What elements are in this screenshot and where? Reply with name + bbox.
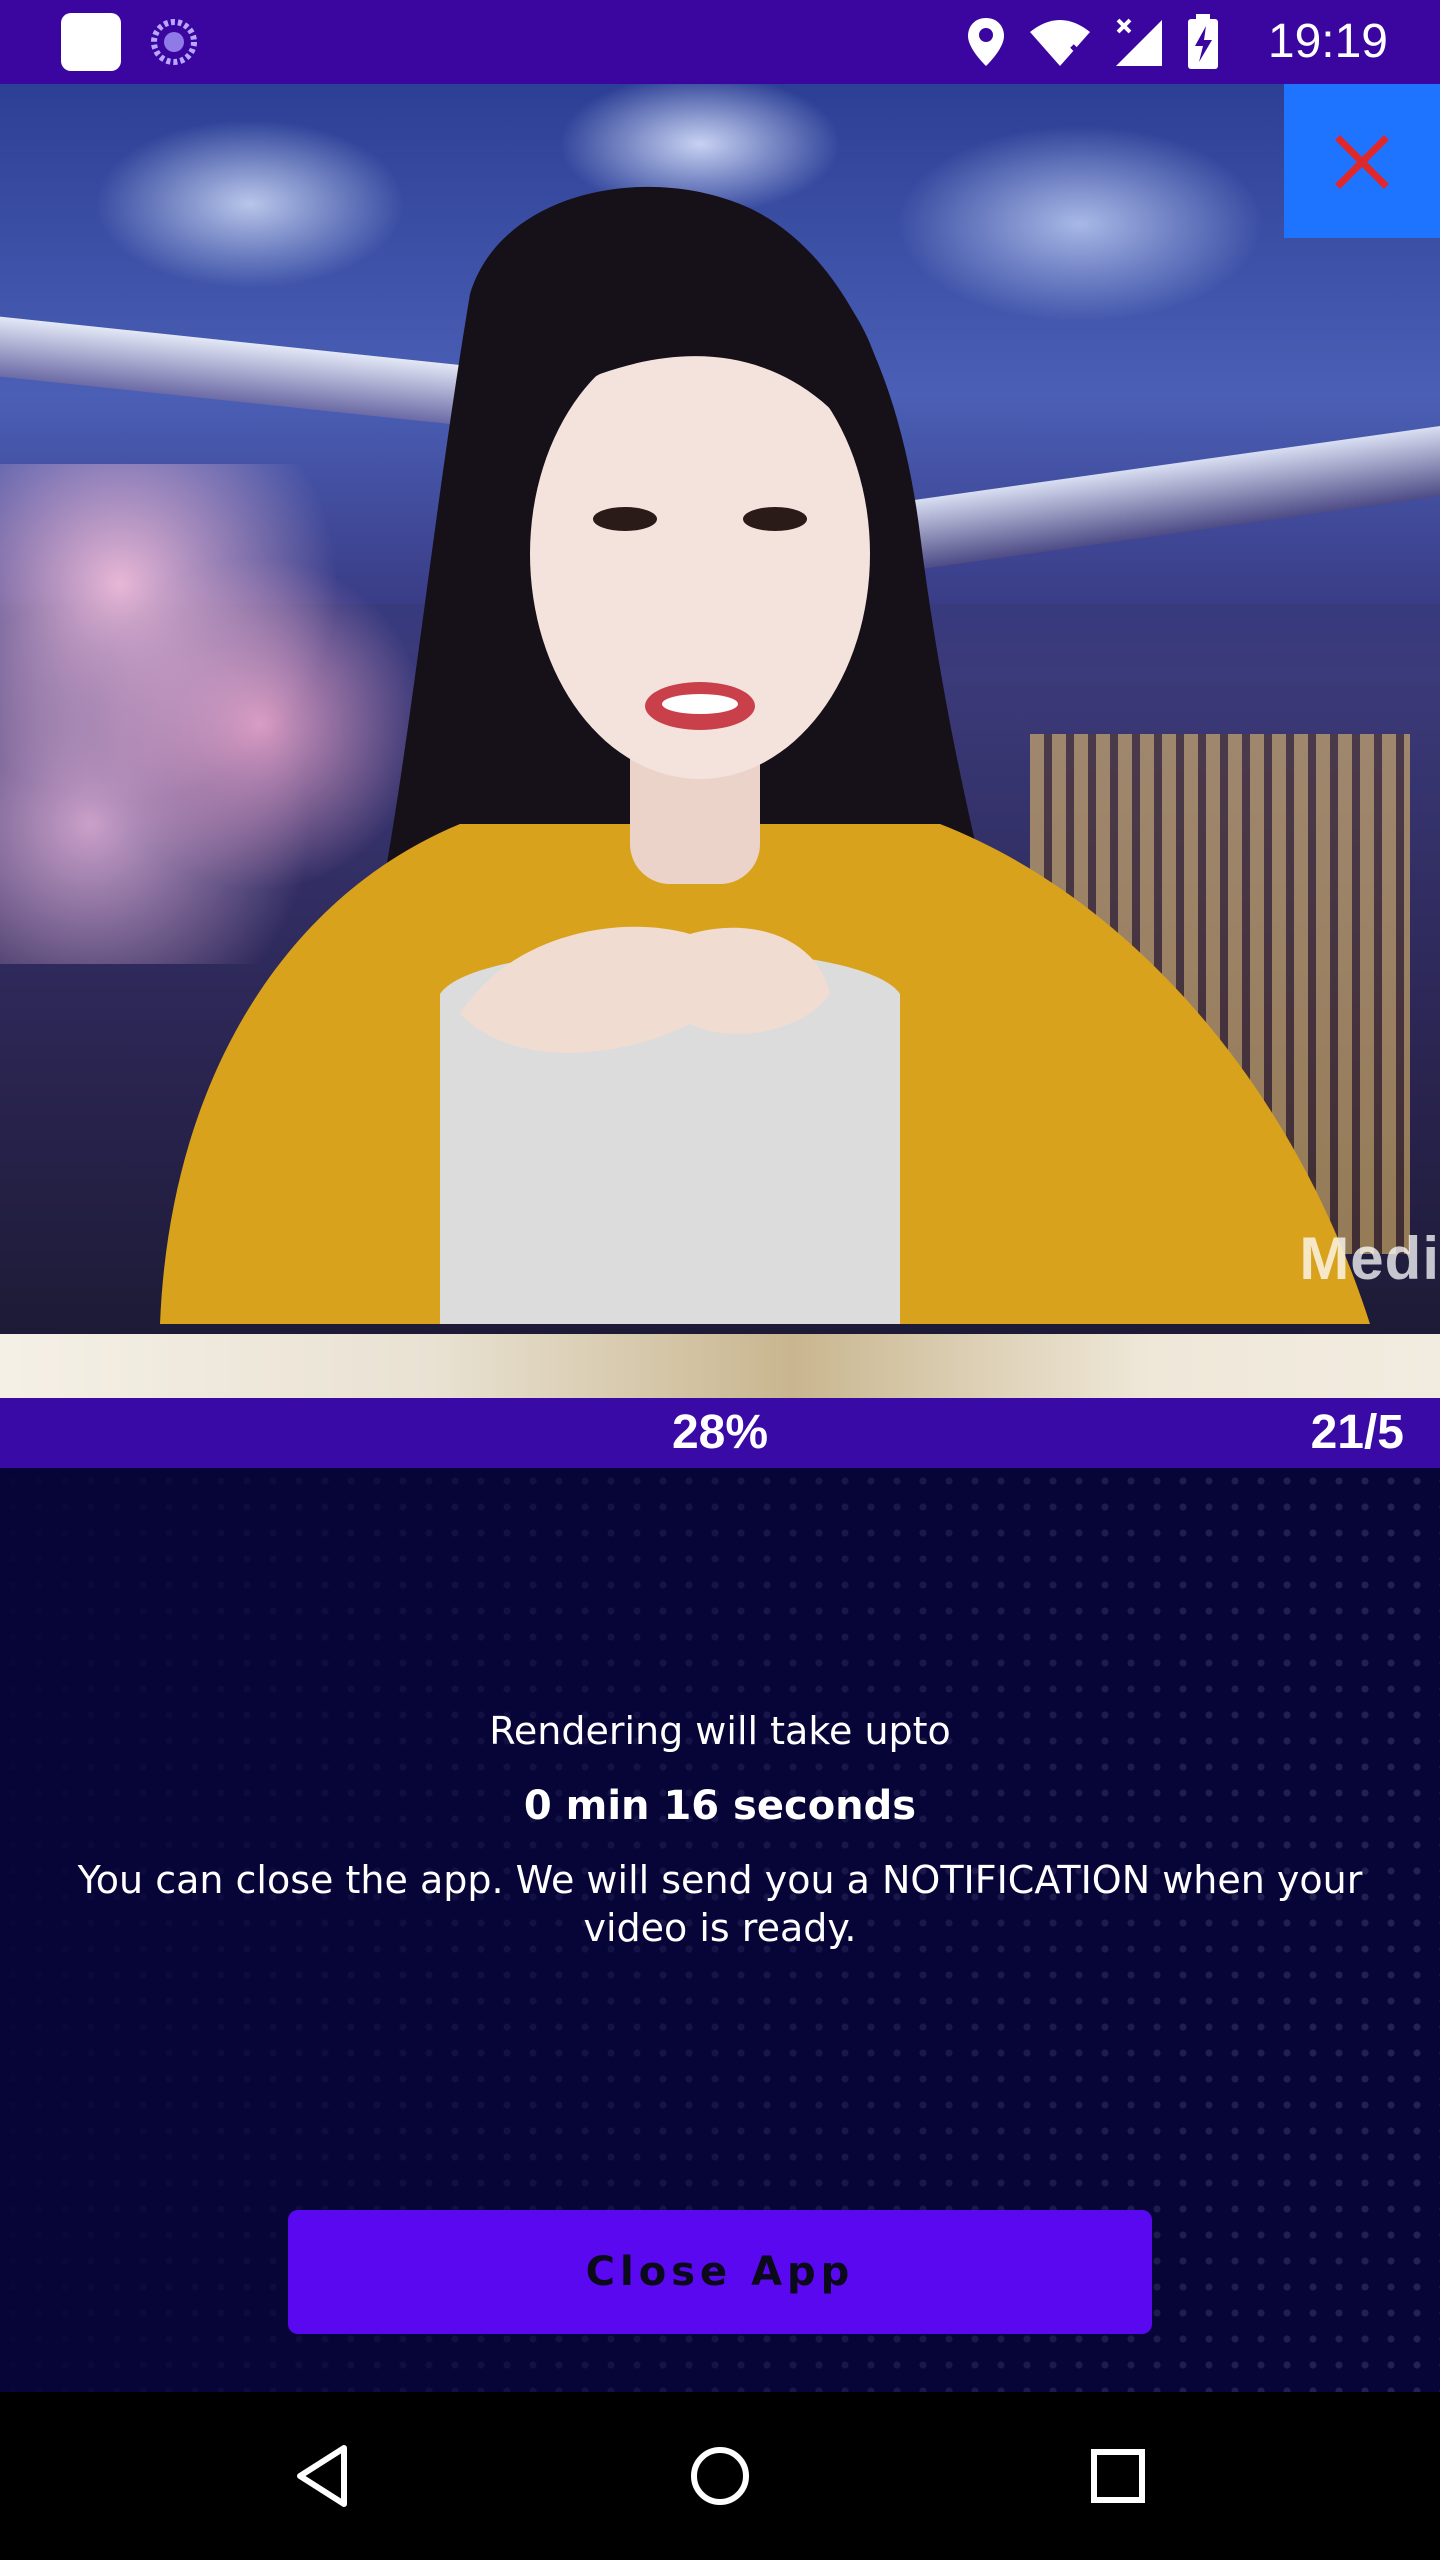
video-presenter-image xyxy=(160,186,1370,1324)
app-notification-icon xyxy=(61,13,121,71)
progress-count: 21/5 xyxy=(1310,1406,1404,1459)
status-time: 19:19 xyxy=(1267,15,1388,68)
close-preview-button[interactable] xyxy=(1284,84,1440,238)
home-icon[interactable] xyxy=(680,2436,760,2516)
signal-icon xyxy=(1116,18,1162,66)
render-info-panel: Rendering will take upto 0 min 16 second… xyxy=(0,1468,1440,2392)
progress-percent: 28% xyxy=(671,1406,769,1459)
render-time-intro: Rendering will take upto xyxy=(489,1709,951,1753)
system-nav-bar xyxy=(0,2392,1440,2560)
back-icon[interactable] xyxy=(282,2436,362,2516)
battery-charging-icon xyxy=(1188,14,1218,69)
video-foreground-table xyxy=(0,1334,1440,1398)
sync-icon xyxy=(151,19,197,65)
video-preview[interactable]: Medi xyxy=(0,84,1440,1398)
close-app-button[interactable]: Close App xyxy=(288,2210,1152,2334)
status-icons xyxy=(966,12,1220,72)
recents-icon[interactable] xyxy=(1078,2436,1158,2516)
location-icon xyxy=(968,18,1004,66)
wifi-icon xyxy=(1030,20,1090,66)
video-watermark: Medi xyxy=(1299,1225,1440,1292)
close-icon xyxy=(1335,135,1389,189)
render-time-value: 0 min 16 seconds xyxy=(523,1783,917,1829)
render-progress-bar: 28% 21/5 xyxy=(0,1398,1440,1468)
notification-message: You can close the app. We will send you … xyxy=(77,1858,1363,1950)
status-bar: 19:19 xyxy=(0,0,1440,84)
